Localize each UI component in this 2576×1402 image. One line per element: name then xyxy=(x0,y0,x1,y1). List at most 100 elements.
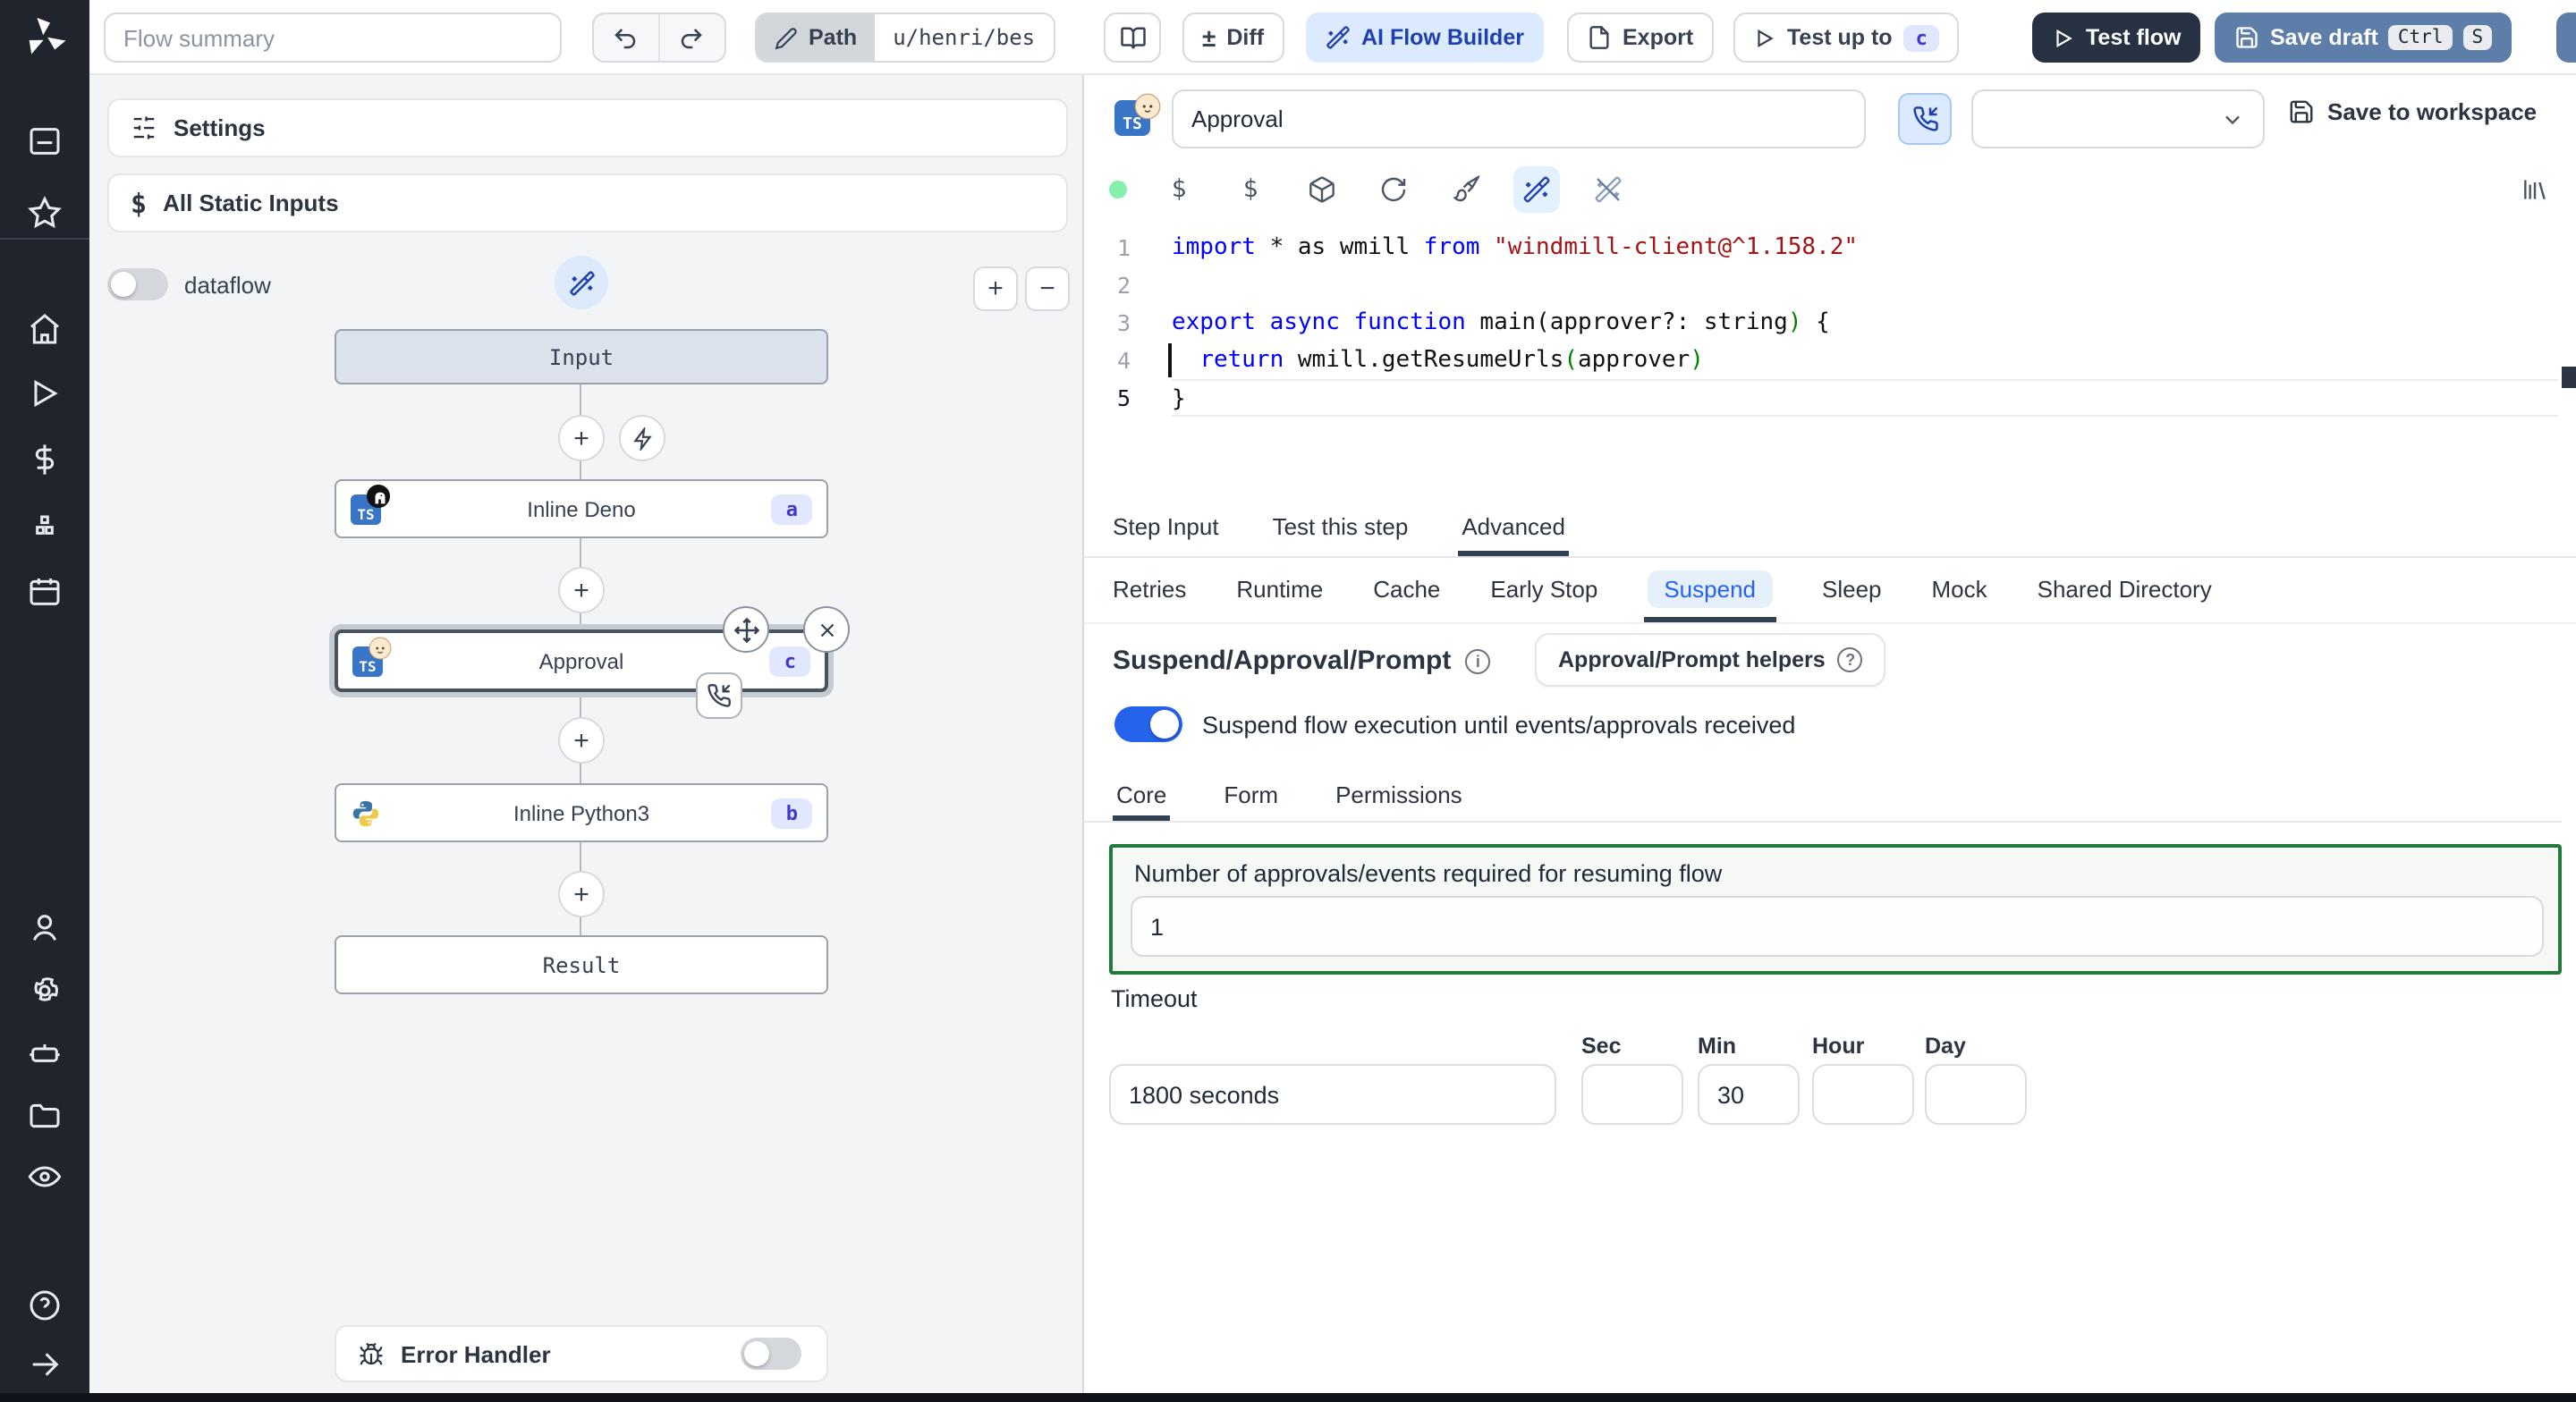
timeout-day-input[interactable] xyxy=(1925,1064,2027,1125)
test-up-to-step-badge: c xyxy=(1902,24,1940,51)
sidebar-item-audit-logs[interactable] xyxy=(0,1146,89,1207)
sidebar-item-workers[interactable] xyxy=(0,1023,89,1084)
suspend-toggle[interactable] xyxy=(1114,706,1182,742)
package-button[interactable] xyxy=(1299,166,1345,213)
tab-step-input[interactable]: Step Input xyxy=(1109,501,1223,556)
test-up-to-button[interactable]: Test up to c xyxy=(1733,13,1960,63)
flow-node-input[interactable]: Input xyxy=(335,329,828,384)
script-version-dropdown[interactable] xyxy=(1971,89,2265,148)
zap-icon xyxy=(632,427,651,450)
library-button[interactable] xyxy=(2512,166,2558,213)
deploy-button-partial[interactable] xyxy=(2556,13,2576,63)
subtab-sleep[interactable]: Sleep xyxy=(1818,560,1885,622)
tab-advanced[interactable]: Advanced xyxy=(1458,501,1569,556)
flow-summary-input[interactable] xyxy=(104,13,562,63)
suspend-step-indicator-button[interactable] xyxy=(1898,93,1952,145)
flow-settings-button[interactable]: Settings xyxy=(107,98,1068,157)
all-static-inputs-button[interactable]: $ All Static Inputs xyxy=(107,173,1068,232)
save-draft-button[interactable]: Save draft Ctrl S xyxy=(2215,13,2512,63)
unit-label-min: Min xyxy=(1698,1034,1737,1059)
flow-node-inline-deno[interactable]: TS Inline Deno a xyxy=(335,479,828,538)
info-icon[interactable]: i xyxy=(1465,648,1491,673)
error-handler-toggle[interactable] xyxy=(741,1338,801,1370)
step-title-input[interactable] xyxy=(1172,89,1866,148)
timeout-min-input[interactable] xyxy=(1698,1064,1800,1125)
variable-picker-button[interactable]: $ xyxy=(1156,166,1202,213)
path-label-segment: Path xyxy=(757,14,876,61)
sidebar-divider xyxy=(0,238,89,240)
path-button[interactable]: Path u/henri/bes xyxy=(755,13,1055,63)
sidebar-item-home[interactable] xyxy=(0,299,89,359)
sidebar-item-runs[interactable] xyxy=(0,363,89,424)
tab-test-this-step[interactable]: Test this step xyxy=(1269,501,1412,556)
ai-assistant-button[interactable] xyxy=(1513,166,1560,213)
sidebar-item-apps[interactable] xyxy=(0,111,89,172)
subtab-mock[interactable]: Mock xyxy=(1928,560,1991,622)
step-id-badge: b xyxy=(771,798,812,828)
sidebar-item-schedules[interactable] xyxy=(0,562,89,622)
timeout-sec-input[interactable] xyxy=(1581,1064,1683,1125)
approvals-required-label: Number of approvals/events required for … xyxy=(1134,860,1723,887)
sidebar-item-variables[interactable] xyxy=(0,429,89,490)
tab-permissions[interactable]: Permissions xyxy=(1332,773,1466,821)
sidebar-expand-arrow[interactable] xyxy=(0,1334,89,1395)
editor-scrollbar-thumb[interactable] xyxy=(2562,367,2576,388)
format-button[interactable] xyxy=(1442,166,1488,213)
top-toolbar: Path u/henri/bes ± Diff AI Flow Builder … xyxy=(89,0,2576,75)
test-flow-button[interactable]: Test flow xyxy=(2032,13,2201,63)
save-to-workspace-button[interactable]: Save to workspace xyxy=(2288,98,2537,125)
library-icon xyxy=(2524,180,2546,199)
approval-prompt-helpers-button[interactable]: Approval/Prompt helpers ? xyxy=(1535,633,1886,687)
move-step-button[interactable] xyxy=(723,606,769,653)
insert-step-button[interactable]: + xyxy=(558,415,605,461)
docs-button[interactable] xyxy=(1104,13,1161,63)
flow-node-inline-python3[interactable]: Inline Python3 b xyxy=(335,783,828,842)
sidebar-item-folders[interactable] xyxy=(0,1085,89,1146)
insert-trigger-button[interactable] xyxy=(619,415,665,461)
sidebar-item-settings[interactable] xyxy=(0,960,89,1021)
subtab-cache[interactable]: Cache xyxy=(1369,560,1444,622)
redo-button[interactable] xyxy=(659,14,724,61)
save-icon xyxy=(2290,100,2313,123)
zoom-out-button[interactable]: − xyxy=(1025,266,1070,311)
ai-disabled-button[interactable] xyxy=(1585,166,1631,213)
dataflow-toggle[interactable] xyxy=(107,268,168,300)
reset-button[interactable] xyxy=(1370,166,1417,213)
export-button[interactable]: Export xyxy=(1567,13,1714,63)
app-window: Path u/henri/bes ± Diff AI Flow Builder … xyxy=(0,0,2576,1402)
graph-ai-button[interactable] xyxy=(555,256,608,309)
diff-button[interactable]: ± Diff xyxy=(1182,13,1284,63)
insert-step-button[interactable]: + xyxy=(558,871,605,917)
insert-step-button[interactable]: + xyxy=(558,717,605,764)
resource-picker-button[interactable]: $ xyxy=(1227,166,1274,213)
delete-step-button[interactable] xyxy=(803,606,850,653)
approvals-required-input[interactable] xyxy=(1131,896,2544,957)
tab-core[interactable]: Core xyxy=(1113,773,1171,821)
tab-form[interactable]: Form xyxy=(1220,773,1282,821)
subtab-early-stop[interactable]: Early Stop xyxy=(1487,560,1601,622)
sidebar-item-favorites[interactable] xyxy=(0,182,89,243)
step-detail-panel: TS Save to workspace $ $ 12 xyxy=(1084,75,2576,1395)
error-handler-row[interactable]: Error Handler xyxy=(335,1325,828,1382)
sidebar-item-resources[interactable] xyxy=(0,495,89,556)
subtab-suspend[interactable]: Suspend xyxy=(1644,560,1775,622)
wand-sparkles-icon xyxy=(569,270,594,295)
sidebar-item-help[interactable] xyxy=(0,1275,89,1336)
play-icon xyxy=(2056,28,2072,47)
timeout-hour-input[interactable] xyxy=(1812,1064,1914,1125)
ai-flow-builder-button[interactable]: AI Flow Builder xyxy=(1306,13,1544,63)
insert-step-button[interactable]: + xyxy=(558,567,605,613)
flow-node-result[interactable]: Result xyxy=(335,935,828,994)
timeout-input[interactable] xyxy=(1109,1064,1556,1125)
move-icon xyxy=(733,616,759,643)
undo-button[interactable] xyxy=(594,14,659,61)
baby-emoji-icon xyxy=(1134,93,1161,120)
windmill-logo[interactable] xyxy=(0,0,89,75)
subtab-runtime[interactable]: Runtime xyxy=(1233,560,1326,622)
subtab-shared-directory[interactable]: Shared Directory xyxy=(2034,560,2216,622)
zoom-in-button[interactable]: + xyxy=(973,266,1018,311)
code-editor[interactable]: 12345 import * as wmill from "windmill-c… xyxy=(1084,218,2576,497)
sidebar-item-users[interactable] xyxy=(0,898,89,959)
subtab-retries[interactable]: Retries xyxy=(1109,560,1190,622)
text-cursor xyxy=(1168,343,1171,377)
